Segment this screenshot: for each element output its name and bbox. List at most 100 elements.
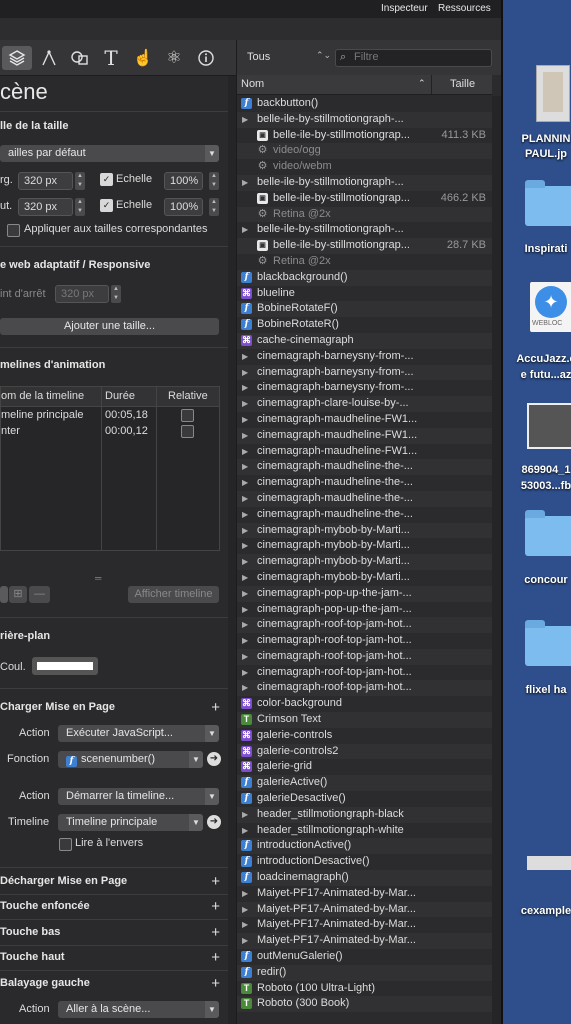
action-dropdown-2[interactable]: Démarrer la timeline... ▼ — [58, 788, 219, 805]
search-box[interactable]: ⌕ Filtre — [335, 49, 492, 67]
disclosure-triangle-icon[interactable]: ▶ — [242, 349, 248, 365]
disclosure-triangle-icon[interactable]: ▶ — [242, 412, 248, 428]
width-field[interactable]: 320 px — [18, 172, 73, 190]
scale-stepper-1[interactable]: ▲ ▼ — [209, 172, 219, 190]
disclosure-triangle-icon[interactable]: ▶ — [242, 680, 248, 696]
sort-up-icon[interactable]: ⌃ — [418, 78, 426, 89]
width-stepper[interactable]: ▲ ▼ — [75, 172, 85, 190]
resource-row[interactable]: f outMenuGalerie() — [237, 949, 492, 965]
resource-row[interactable]: ▶ Maiyet-PF17-Animated-by-Mar... — [237, 917, 492, 933]
add-action-icon[interactable]: + — [211, 874, 220, 889]
resource-row[interactable]: ⌘ galerie-controls — [237, 728, 492, 744]
resource-row[interactable]: ⚙ video/ogg — [237, 143, 492, 160]
disclosure-triangle-icon[interactable]: ▶ — [242, 665, 248, 681]
disclosure-triangle-icon[interactable]: ▶ — [242, 507, 248, 523]
resource-row[interactable]: ▶ cinemagraph-mybob-by-Marti... — [237, 570, 492, 586]
height-stepper[interactable]: ▲ ▼ — [75, 198, 85, 216]
resource-row[interactable]: ▶ Maiyet-PF17-Animated-by-Mar... — [237, 933, 492, 950]
disclosure-triangle-icon[interactable]: ▶ — [242, 538, 248, 554]
remove-timeline-icon[interactable]: — — [29, 586, 50, 603]
resource-row[interactable]: ⚙ Retina @2x — [237, 254, 492, 270]
add-action-icon[interactable]: + — [211, 700, 220, 715]
disclosure-triangle-icon[interactable]: ▶ — [242, 807, 248, 823]
resource-row[interactable]: ▶ cinemagraph-maudheline-the-... — [237, 490, 492, 507]
disclosure-triangle-icon[interactable]: ▶ — [242, 428, 248, 444]
disclosure-triangle-icon[interactable]: ▶ — [242, 917, 248, 933]
resource-row[interactable]: ▶ cinemagraph-pop-up-the-jam-... — [237, 585, 492, 602]
resource-row[interactable]: ▶ cinemagraph-clare-louise-by-... — [237, 396, 492, 412]
resource-row[interactable]: f backbutton() — [237, 96, 492, 112]
text-icon[interactable]: T — [96, 46, 126, 70]
resource-row[interactable]: ▶ cinemagraph-maudheline-FW1... — [237, 412, 492, 428]
disclosure-triangle-icon[interactable]: ▶ — [242, 933, 248, 949]
left-scrollbar[interactable] — [228, 76, 236, 1024]
scale-checkbox-1[interactable]: ✓ — [100, 173, 113, 186]
timeline-dropdown[interactable]: Timeline principale ▼ — [58, 814, 203, 831]
resource-row[interactable]: ▶ cinemagraph-mybob-by-Marti... — [237, 554, 492, 570]
timeline-name-col[interactable]: om de la timeline — [1, 390, 84, 402]
disclosure-triangle-icon[interactable]: ▶ — [242, 222, 248, 238]
disclosure-triangle-icon[interactable]: ▶ — [242, 886, 248, 902]
disclosure-triangle-icon[interactable]: ▶ — [242, 602, 248, 618]
sizes-dropdown[interactable]: ailles par défaut ▼ — [0, 145, 219, 162]
resource-row[interactable]: ▶ cinemagraph-barneysny-from-... — [237, 364, 492, 381]
color-well[interactable] — [32, 657, 98, 675]
resource-row[interactable]: ⚙ Retina @2x — [237, 206, 492, 223]
resource-row[interactable]: ▶ cinemagraph-maudheline-the-... — [237, 459, 492, 476]
disclosure-triangle-icon[interactable]: ▶ — [242, 365, 248, 381]
hand-icon[interactable]: ☝ — [128, 46, 158, 70]
disclosure-triangle-icon[interactable]: ▶ — [242, 523, 248, 539]
size-column-header[interactable]: Taille — [450, 78, 475, 90]
disclosure-triangle-icon[interactable]: ▶ — [242, 823, 248, 839]
image-thumbnail[interactable] — [527, 856, 571, 870]
breakpoint-stepper[interactable]: ▲ ▼ — [111, 285, 121, 303]
resource-row[interactable]: ▶ cinemagraph-roof-top-jam-hot... — [237, 648, 492, 665]
scale-field-1[interactable]: 100% — [164, 172, 203, 190]
resource-row[interactable]: f BobineRotateF() — [237, 301, 492, 318]
reverse-checkbox[interactable] — [59, 838, 72, 851]
add-action-icon[interactable]: + — [211, 899, 220, 914]
resource-row[interactable]: ▶ cinemagraph-roof-top-jam-hot... — [237, 617, 492, 634]
scale-checkbox-2[interactable]: ✓ — [100, 199, 113, 212]
atom-icon[interactable]: ⚛ — [159, 46, 189, 70]
filter-dropdown[interactable]: Tous — [247, 51, 270, 63]
document-icon[interactable] — [536, 65, 570, 122]
resource-row[interactable]: ▶ cinemagraph-maudheline-the-... — [237, 507, 492, 523]
disclosure-triangle-icon[interactable]: ▶ — [242, 554, 248, 570]
disclosure-triangle-icon[interactable]: ▶ — [242, 902, 248, 918]
add-size-button[interactable]: Ajouter une taille... — [0, 318, 219, 335]
add-action-icon[interactable]: + — [211, 950, 220, 965]
action-dropdown-3[interactable]: Aller à la scène... ▼ — [58, 1001, 219, 1018]
resource-row[interactable]: ▶ cinemagraph-mybob-by-Marti... — [237, 538, 492, 554]
resource-row[interactable]: ⌘ cache-cinemagraph — [237, 332, 492, 349]
resource-row[interactable]: T Roboto (100 Ultra-Light) — [237, 981, 492, 997]
resource-row[interactable]: ▶ cinemagraph-mybob-by-Marti... — [237, 522, 492, 539]
resource-row[interactable]: f BobineRotateR() — [237, 317, 492, 333]
show-timeline-button[interactable]: Afficher timeline — [128, 586, 219, 603]
folder-icon[interactable] — [525, 510, 571, 556]
resource-row[interactable]: ▶ cinemagraph-pop-up-the-jam-... — [237, 602, 492, 618]
resource-row[interactable]: f introductionDesactive() — [237, 854, 492, 870]
shapes-icon[interactable] — [65, 46, 95, 70]
resource-row[interactable]: ▶ cinemagraph-barneysny-from-... — [237, 380, 492, 396]
resource-row[interactable]: f redir() — [237, 964, 492, 981]
search-input[interactable]: Filtre — [354, 51, 378, 63]
disclosure-triangle-icon[interactable]: ▶ — [242, 491, 248, 507]
resource-row[interactable]: ▶ header_stillmotiongraph-white — [237, 823, 492, 839]
layers-icon[interactable] — [2, 46, 32, 70]
resource-row[interactable]: ▶ belle-ile-by-stillmotiongraph-... — [237, 111, 492, 128]
disclosure-triangle-icon[interactable]: ▶ — [242, 633, 248, 649]
disclosure-triangle-icon[interactable]: ▶ — [242, 396, 248, 412]
scale-stepper-2[interactable]: ▲ ▼ — [209, 198, 219, 216]
resource-row[interactable]: ⌘ galerie-grid — [237, 759, 492, 775]
resource-row[interactable]: ▶ belle-ile-by-stillmotiongraph-... — [237, 174, 492, 191]
folder-icon[interactable] — [525, 180, 571, 226]
resource-row[interactable]: T Crimson Text — [237, 712, 492, 728]
resource-row[interactable]: ⚙ video/webm — [237, 159, 492, 175]
resource-row[interactable]: ▣ belle-ile-by-stillmotiongrap... 28.7 KB — [237, 238, 492, 254]
resource-row[interactable]: ▶ cinemagraph-roof-top-jam-hot... — [237, 680, 492, 697]
resource-row[interactable]: ⌘ galerie-controls2 — [237, 743, 492, 760]
add-timeline-button[interactable] — [0, 586, 8, 603]
breakpoint-field[interactable]: 320 px — [55, 285, 109, 303]
timeline-relative-col[interactable]: Relative — [168, 390, 208, 402]
